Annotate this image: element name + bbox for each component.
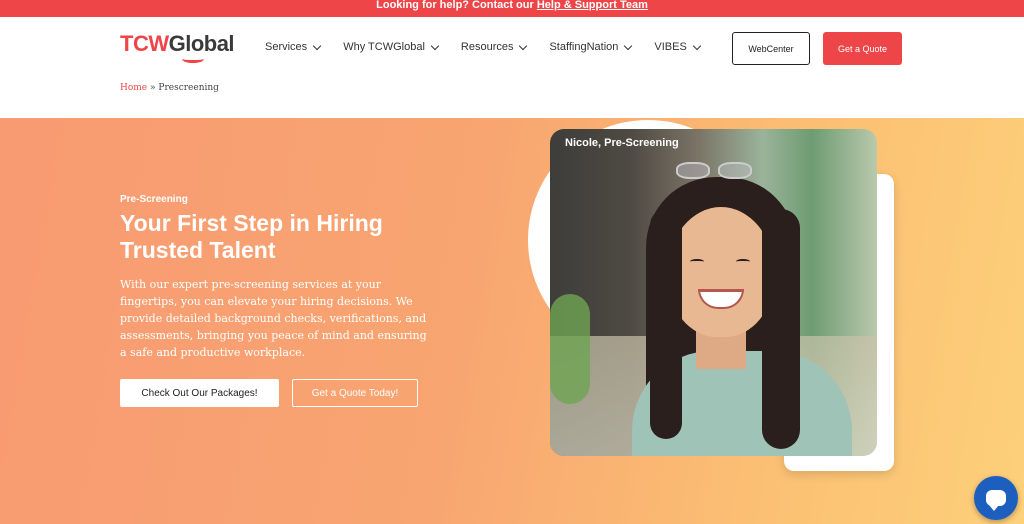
breadcrumb-current: Prescreening xyxy=(158,83,219,93)
breadcrumb: Home » Prescreening xyxy=(120,83,219,93)
chevron-down-icon xyxy=(430,41,440,50)
chevron-down-icon xyxy=(312,41,322,50)
hero-description: With our expert pre-screening services a… xyxy=(120,278,427,359)
webcenter-button[interactable]: WebCenter xyxy=(732,32,810,65)
hero-section: Pre-Screening Your First Step in Hiring … xyxy=(0,118,1024,524)
help-support-link[interactable]: Help & Support Team xyxy=(537,0,648,11)
chat-widget-button[interactable] xyxy=(974,476,1018,520)
nav-staffingnation[interactable]: StaffingNation xyxy=(549,41,633,53)
breadcrumb-separator: » xyxy=(150,83,156,93)
hero-title: Your First Step in Hiring Trusted Talent xyxy=(120,210,383,263)
announcement-text: Looking for help? Contact our xyxy=(376,0,537,11)
get-a-quote-button[interactable]: Get a Quote xyxy=(823,32,902,65)
chevron-down-icon xyxy=(692,41,702,50)
hero-eyebrow: Pre-Screening xyxy=(120,194,188,205)
chat-icon xyxy=(986,490,1006,511)
nav-resources[interactable]: Resources xyxy=(461,41,528,53)
nav-services[interactable]: Services xyxy=(265,41,322,53)
chevron-down-icon xyxy=(624,41,633,50)
tcwglobal-logo[interactable]: TCWGlobal xyxy=(120,31,235,63)
photo-caption: Nicole, Pre-Screening xyxy=(565,137,679,149)
site-header: TCWGlobal Services Why TCWGlobal Resourc… xyxy=(0,17,1024,118)
get-a-quote-today-button[interactable]: Get a Quote Today! xyxy=(292,379,418,407)
logo-swoosh-icon xyxy=(182,55,204,63)
nav-why-tcwglobal[interactable]: Why TCWGlobal xyxy=(343,41,440,53)
announcement-bar: Looking for help? Contact our Help & Sup… xyxy=(0,0,1024,17)
chevron-down-icon xyxy=(519,41,528,50)
hero-photo: Nicole, Pre-Screening xyxy=(550,129,877,456)
check-out-packages-button[interactable]: Check Out Our Packages! xyxy=(120,379,279,407)
nav-vibes[interactable]: VIBES xyxy=(654,41,702,53)
breadcrumb-home-link[interactable]: Home xyxy=(120,83,147,93)
main-nav: Services Why TCWGlobal Resources Staffin… xyxy=(265,41,723,53)
